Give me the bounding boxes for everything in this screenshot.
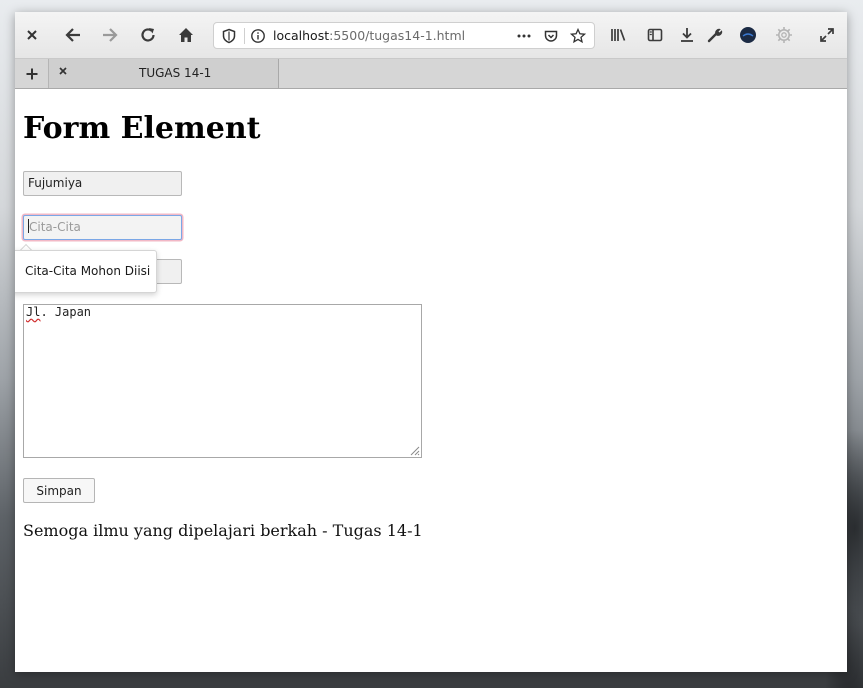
shield-icon[interactable] xyxy=(221,28,237,44)
url-host: localhost xyxy=(273,28,330,43)
url-separator xyxy=(244,28,245,44)
name-input[interactable]: Fujumiya xyxy=(23,171,182,196)
resize-grip-icon[interactable] xyxy=(408,444,420,456)
validation-message: Cita-Cita Mohon Diisi xyxy=(25,264,151,278)
url-path: :5500/tugas14-1.html xyxy=(329,28,466,43)
address-textarea[interactable]: Jl. Japan xyxy=(23,304,422,458)
footer-text: Semoga ilmu yang dipelajari berkah - Tug… xyxy=(23,521,423,540)
home-icon[interactable] xyxy=(173,22,199,48)
browser-window: localhost:5500/tugas14-1.html TUGAS 14-1… xyxy=(15,12,847,672)
browser-toolbar: localhost:5500/tugas14-1.html xyxy=(15,12,847,59)
reload-icon[interactable] xyxy=(135,22,161,48)
address-rest: . Japan xyxy=(40,305,92,319)
wrench-icon[interactable] xyxy=(702,22,728,48)
cita-cita-placeholder: Cita-Cita xyxy=(29,220,81,234)
settings-gear-icon[interactable] xyxy=(771,22,797,48)
new-tab-icon[interactable] xyxy=(15,59,49,88)
validation-tooltip: Cita-Cita Mohon Diisi xyxy=(15,250,157,293)
tab-tugas[interactable]: TUGAS 14-1 xyxy=(49,59,279,88)
star-icon[interactable] xyxy=(569,27,587,44)
simpan-button[interactable]: Simpan xyxy=(23,478,95,503)
sidebar-icon[interactable] xyxy=(642,22,668,48)
simpan-button-label: Simpan xyxy=(36,483,82,498)
info-icon[interactable] xyxy=(250,28,266,44)
page-title: Form Element xyxy=(23,111,261,146)
account-icon[interactable] xyxy=(735,22,761,48)
forward-icon[interactable] xyxy=(97,22,123,48)
close-icon[interactable] xyxy=(19,22,45,48)
name-input-value: Fujumiya xyxy=(28,176,83,190)
tab-close-icon[interactable] xyxy=(57,65,69,81)
url-bar[interactable]: localhost:5500/tugas14-1.html xyxy=(213,22,595,49)
more-icon[interactable] xyxy=(516,28,532,44)
pocket-icon[interactable] xyxy=(543,28,559,44)
page-content: Form Element Fujumiya Cita-Cita Cita-Cit… xyxy=(15,89,847,672)
back-icon[interactable] xyxy=(60,22,86,48)
fullscreen-icon[interactable] xyxy=(814,22,840,48)
url-text[interactable]: localhost:5500/tugas14-1.html xyxy=(273,28,465,43)
tab-title: TUGAS 14-1 xyxy=(139,66,212,80)
download-icon[interactable] xyxy=(674,22,700,48)
cita-cita-input[interactable]: Cita-Cita xyxy=(23,215,182,240)
library-icon[interactable] xyxy=(605,22,631,48)
address-prefix: Jl xyxy=(26,305,41,319)
tab-strip: TUGAS 14-1 xyxy=(15,59,847,89)
